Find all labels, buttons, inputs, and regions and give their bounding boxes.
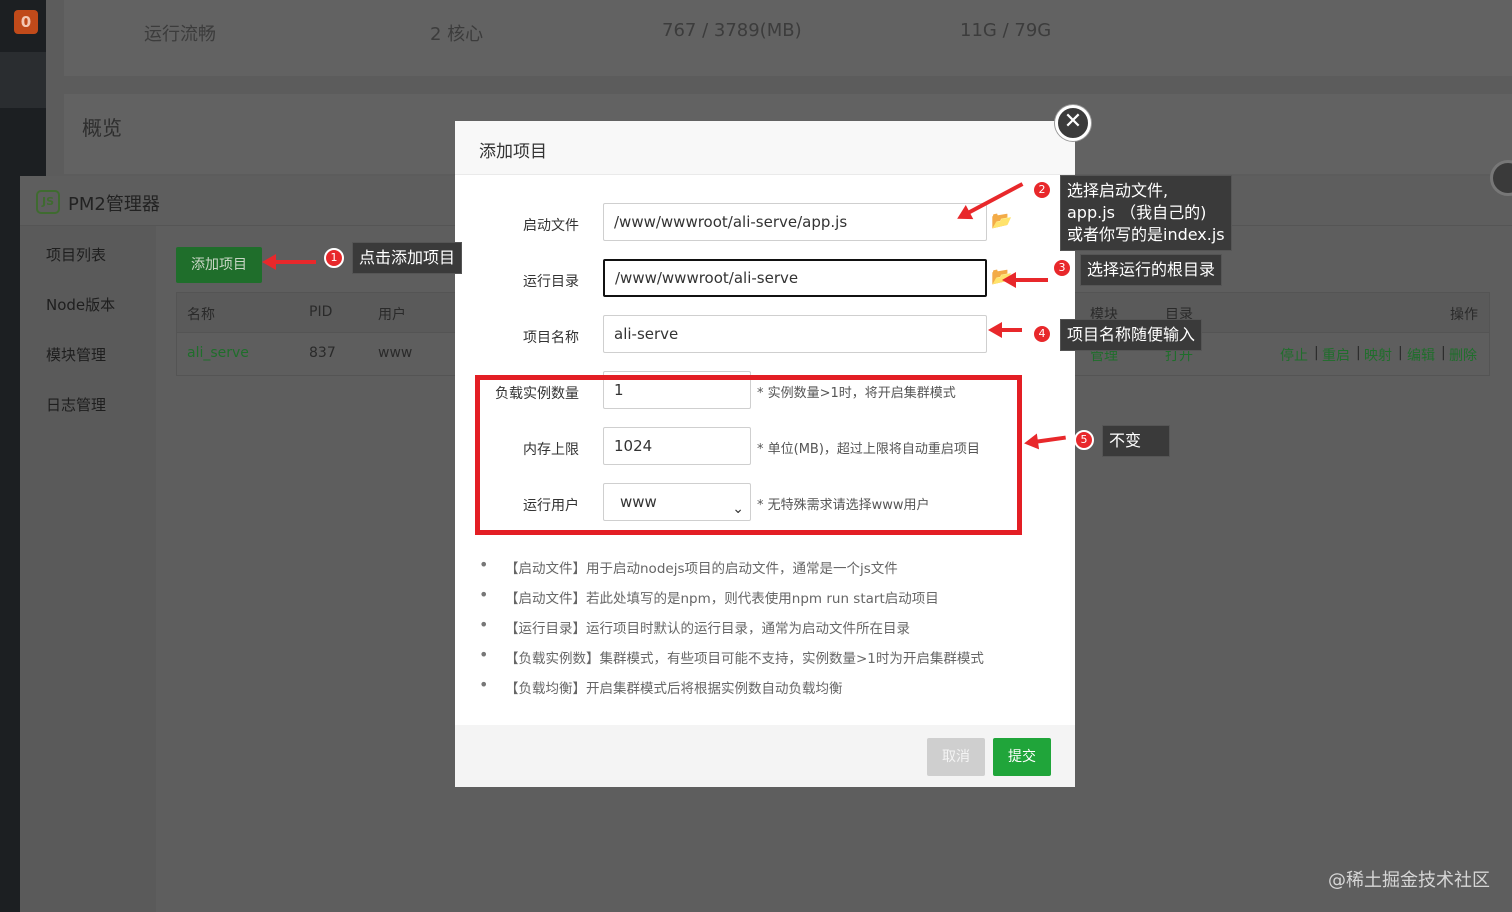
modal-header: 添加项目 xyxy=(455,121,1075,175)
sidebar-item-projects[interactable]: 项目列表 xyxy=(46,244,106,265)
action-edit[interactable]: 编辑 xyxy=(1407,345,1435,365)
folder-icon[interactable]: 📂 xyxy=(991,211,1012,231)
nodejs-logo-icon: JS xyxy=(36,190,60,214)
sidebar-item-logs[interactable]: 日志管理 xyxy=(46,394,106,415)
start-file-input[interactable]: /www/wwwroot/ali-serve/app.js xyxy=(603,203,987,241)
action-restart[interactable]: 重启 xyxy=(1322,345,1350,365)
stat-disk: 11G / 79G xyxy=(960,20,1052,41)
list-item: 【运行目录】运行项目时默认的运行目录，通常为启动文件所在目录 xyxy=(479,615,984,647)
sep: | xyxy=(1441,345,1446,361)
notification-badge[interactable]: 0 xyxy=(14,10,38,34)
tips-list: 【启动文件】用于启动nodejs项目的启动文件，通常是一个js文件 【启动文件】… xyxy=(479,555,984,707)
annotation-callout: 项目名称随便输入 xyxy=(1060,319,1203,351)
sep: | xyxy=(1356,345,1361,361)
list-item: 【负载实例数】集群模式，有些项目可能不支持，实例数量>1时为开启集群模式 xyxy=(479,645,984,677)
annotation-number: 2 xyxy=(1032,180,1052,200)
th-name: 名称 xyxy=(187,307,215,323)
stats-card: 运行流畅 2 核心 767 / 3789(MB) 11G / 79G xyxy=(64,0,1512,76)
run-dir-input[interactable]: /www/wwwroot/ali-serve xyxy=(603,259,987,297)
run-dir-label: 运行目录 xyxy=(523,274,579,290)
rail-highlight xyxy=(0,52,46,108)
annotation-number: 1 xyxy=(324,248,344,268)
callout-line: 选择启动文件, xyxy=(1067,181,1169,200)
highlight-box xyxy=(475,375,1022,535)
action-map[interactable]: 映射 xyxy=(1364,345,1392,365)
annotation-number: 4 xyxy=(1032,324,1052,344)
annotation-arrow xyxy=(1002,272,1048,288)
action-delete[interactable]: 删除 xyxy=(1449,345,1477,365)
annotation-number: 3 xyxy=(1052,258,1072,278)
row-name-link[interactable]: ali_serve xyxy=(187,345,249,361)
row-user: www xyxy=(378,345,413,361)
th-user: 用户 xyxy=(378,307,406,323)
annotation-callout: 点击添加项目 xyxy=(352,242,463,274)
sep: | xyxy=(1314,345,1319,361)
stat-load: 运行流畅 xyxy=(144,24,216,45)
annotation-arrow xyxy=(262,254,316,270)
overview-title: 概览 xyxy=(82,116,122,140)
project-name-input[interactable]: ali-serve xyxy=(603,315,987,353)
th-pid: PID xyxy=(309,304,333,320)
th-actions: 操作 xyxy=(1450,307,1478,323)
annotation-arrow xyxy=(988,322,1022,338)
list-item: 【启动文件】用于启动nodejs项目的启动文件，通常是一个js文件 xyxy=(479,555,984,587)
list-item: 【启动文件】若此处填写的是npm，则代表使用npm run start启动项目 xyxy=(479,585,984,617)
sep: | xyxy=(1398,345,1403,361)
list-item: 【负载均衡】开启集群模式后将根据实例数自动负载均衡 xyxy=(479,675,984,707)
start-file-label: 启动文件 xyxy=(523,218,579,234)
annotation-number: 5 xyxy=(1074,430,1094,450)
watermark: @稀土掘金技术社区 xyxy=(1328,870,1490,891)
add-project-button[interactable]: 添加项目 xyxy=(176,247,262,283)
pm2-sidebar: 项目列表 Node版本 模块管理 日志管理 xyxy=(20,226,156,912)
submit-button[interactable]: 提交 xyxy=(993,738,1051,776)
stat-cpu: 2 核心 xyxy=(430,24,484,45)
annotation-callout: 选择运行的根目录 xyxy=(1080,254,1223,286)
annotation-callout: 选择启动文件, app.js （我自己的) 或者你写的是index.js xyxy=(1060,175,1232,251)
cancel-button[interactable]: 取消 xyxy=(927,738,985,776)
row-pid: 837 xyxy=(309,345,336,361)
modal-footer: 取消 提交 xyxy=(455,725,1075,787)
modal-title: 添加项目 xyxy=(479,142,547,162)
callout-line: 或者你写的是index.js xyxy=(1067,225,1225,244)
close-icon[interactable]: ✕ xyxy=(1055,105,1091,141)
action-stop[interactable]: 停止 xyxy=(1280,345,1308,365)
callout-line: app.js （我自己的) xyxy=(1067,203,1207,222)
stat-memory: 767 / 3789(MB) xyxy=(662,20,802,41)
project-name-label: 项目名称 xyxy=(523,330,579,346)
sidebar-item-modules[interactable]: 模块管理 xyxy=(46,344,106,365)
annotation-callout: 不变 xyxy=(1102,425,1170,457)
sidebar-item-node-version[interactable]: Node版本 xyxy=(46,294,115,315)
pm2-title: PM2管理器 xyxy=(68,194,160,215)
